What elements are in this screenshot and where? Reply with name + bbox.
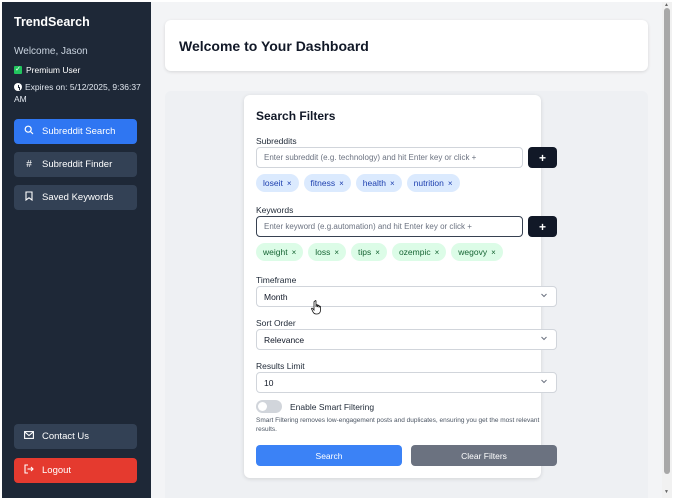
tag-fitness: fitness × — [303, 174, 351, 192]
keyword-tags: weight × loss × tips × ozempic × wegovy × — [256, 243, 503, 261]
tag-label: nutrition — [413, 178, 444, 188]
premium-badge: ✓ Premium User — [14, 65, 80, 75]
app-window: TrendSearch Welcome, Jason ✓ Premium Use… — [2, 2, 672, 498]
tag-tips: tips × — [351, 243, 387, 261]
page-scrollbar[interactable]: ▲ ▼ — [662, 2, 672, 498]
remove-tag-icon[interactable]: × — [334, 248, 339, 257]
remove-tag-icon[interactable]: × — [435, 248, 440, 257]
contact-us-label: Contact Us — [42, 431, 89, 442]
subreddit-input-placeholder: Enter subreddit (e.g. technology) and hi… — [264, 153, 477, 162]
smart-filtering-toggle[interactable] — [256, 400, 282, 413]
results-limit-label: Results Limit — [256, 361, 305, 371]
keywords-label: Keywords — [256, 205, 294, 215]
remove-tag-icon[interactable]: × — [390, 179, 395, 188]
sidebar-item-saved-keywords[interactable]: Saved Keywords — [14, 185, 137, 210]
tag-label: ozempic — [398, 247, 431, 257]
chevron-down-icon — [540, 334, 548, 344]
tag-weight: weight × — [256, 243, 304, 261]
sidebar-item-label: Saved Keywords — [42, 192, 114, 203]
expiry-info: Expires on: 5/12/2025, 9:36:37 AM — [14, 81, 144, 105]
tag-label: weight — [263, 247, 288, 257]
results-limit-value: 10 — [264, 377, 274, 388]
tag-label: loss — [315, 247, 331, 257]
hand-cursor-icon — [311, 300, 323, 320]
filters-title: Search Filters — [256, 109, 336, 123]
tag-health: health × — [355, 174, 402, 192]
sidebar-item-subreddit-finder[interactable]: # Subreddit Finder — [14, 152, 137, 177]
logout-icon — [24, 464, 34, 477]
welcome-text: Welcome, Jason — [14, 46, 88, 57]
search-filters-card: Search Filters Subreddits Enter subreddi… — [244, 95, 557, 478]
keyword-input-placeholder: Enter keyword (e.g.automation) and hit E… — [264, 222, 472, 231]
sidebar-item-label: Subreddit Finder — [42, 159, 113, 170]
tag-loss: loss × — [308, 243, 347, 261]
sidebar: TrendSearch Welcome, Jason ✓ Premium Use… — [2, 2, 151, 498]
page-title: Welcome to Your Dashboard — [179, 38, 369, 54]
remove-tag-icon[interactable]: × — [375, 248, 380, 257]
tag-label: tips — [358, 247, 372, 257]
sort-order-label: Sort Order — [256, 318, 296, 328]
search-icon — [24, 125, 34, 138]
remove-tag-icon[interactable]: × — [287, 179, 292, 188]
tag-label: loseit — [263, 178, 283, 188]
main-content: Welcome to Your Dashboard Search Filters… — [151, 2, 662, 498]
timeframe-label: Timeframe — [256, 275, 297, 285]
bookmark-icon — [24, 191, 34, 204]
contact-us-button[interactable]: Contact Us — [14, 424, 137, 449]
sidebar-item-subreddit-search[interactable]: Subreddit Search — [14, 119, 137, 144]
premium-label: Premium User — [26, 65, 81, 75]
subreddits-label: Subreddits — [256, 136, 297, 146]
chevron-down-icon — [540, 377, 548, 387]
tag-nutrition: nutrition × — [406, 174, 460, 192]
smart-filtering-help: Smart Filtering removes low-engagement p… — [256, 417, 540, 433]
add-keyword-button[interactable]: + — [528, 216, 557, 237]
remove-tag-icon[interactable]: × — [448, 179, 453, 188]
smart-filtering-row: Enable Smart Filtering — [256, 400, 374, 413]
sidebar-item-label: Subreddit Search — [42, 126, 116, 137]
chevron-down-icon — [540, 291, 548, 301]
search-button[interactable]: Search — [256, 445, 402, 466]
add-subreddit-button[interactable]: + — [528, 147, 557, 168]
subreddit-tags: loseit × fitness × health × nutrition × — [256, 174, 460, 192]
dashboard-header: Welcome to Your Dashboard — [165, 20, 648, 71]
subreddit-input[interactable]: Enter subreddit (e.g. technology) and hi… — [256, 147, 523, 168]
timeframe-select[interactable]: Month — [256, 286, 557, 307]
tag-label: fitness — [310, 178, 336, 188]
remove-tag-icon[interactable]: × — [339, 179, 344, 188]
logout-label: Logout — [42, 465, 72, 476]
keyword-input[interactable]: Enter keyword (e.g.automation) and hit E… — [256, 216, 523, 237]
mail-icon — [24, 431, 34, 442]
tag-ozempic: ozempic × — [391, 243, 447, 261]
logout-button[interactable]: Logout — [14, 458, 137, 483]
hash-icon: # — [26, 158, 32, 170]
scroll-down-icon[interactable]: ▼ — [664, 489, 669, 495]
checkmark-icon: ✓ — [14, 66, 22, 74]
clock-icon — [14, 83, 22, 91]
timeframe-value: Month — [264, 291, 288, 302]
clear-filters-button[interactable]: Clear Filters — [411, 445, 557, 466]
remove-tag-icon[interactable]: × — [491, 248, 496, 257]
sort-order-value: Relevance — [264, 334, 305, 345]
remove-tag-icon[interactable]: × — [292, 248, 297, 257]
tag-label: health — [362, 178, 386, 188]
results-limit-select[interactable]: 10 — [256, 372, 557, 393]
tag-wegovy: wegovy × — [451, 243, 503, 261]
tag-loseit: loseit × — [256, 174, 299, 192]
app-logo-text: TrendSearch — [14, 15, 90, 29]
sort-order-select[interactable]: Relevance — [256, 329, 557, 350]
smart-filtering-label: Enable Smart Filtering — [290, 401, 375, 412]
tag-label: wegovy — [458, 247, 488, 257]
expiry-text: Expires on: 5/12/2025, 9:36:37 AM — [14, 82, 141, 104]
scrollbar-thumb[interactable] — [664, 8, 670, 474]
